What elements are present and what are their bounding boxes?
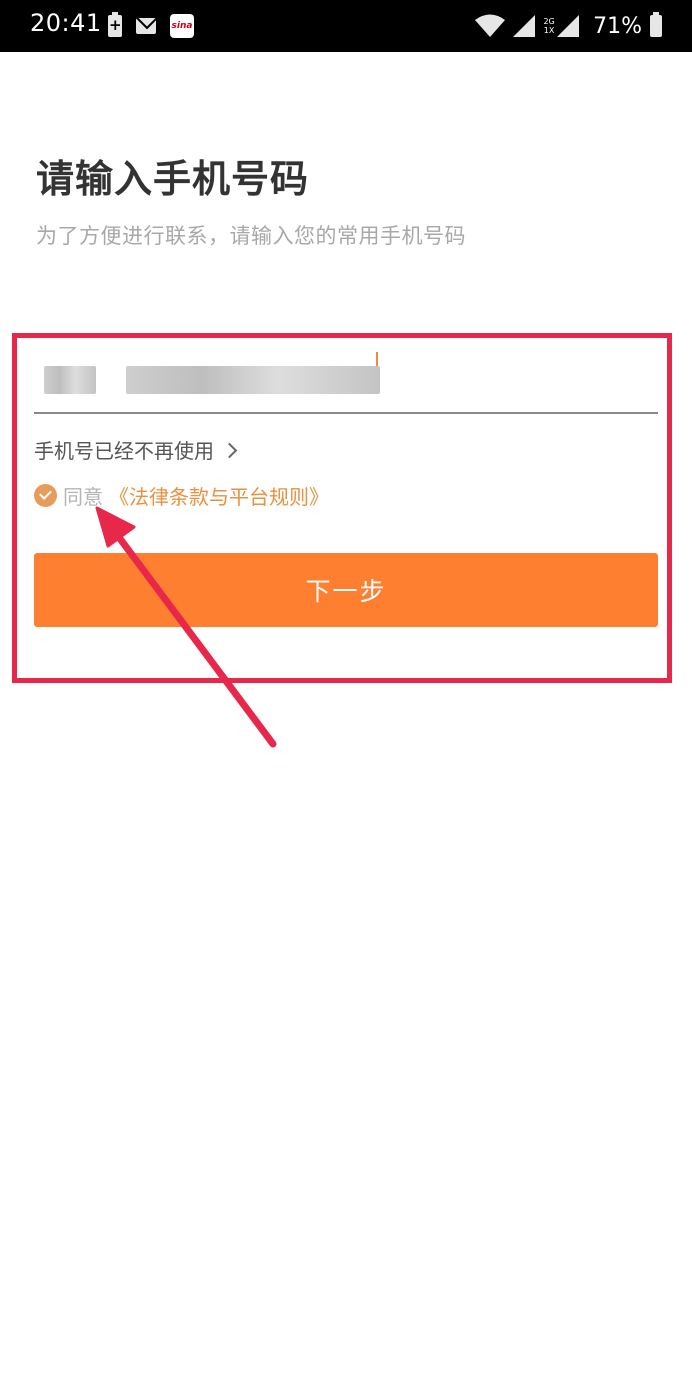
status-time: 20:41 <box>30 9 102 37</box>
network-top: 2G <box>543 17 555 26</box>
network-bottom: 1X <box>543 26 555 35</box>
chevron-right-icon <box>221 442 238 458</box>
next-step-button[interactable]: 下一步 <box>34 553 658 627</box>
annotation-arrow <box>95 506 277 748</box>
status-system-icons: 2G 1X 71% <box>475 10 662 42</box>
battery-icon <box>650 12 662 37</box>
terms-link[interactable]: 《法律条款与平台规则》 <box>109 481 329 510</box>
checkmark-circle-icon[interactable] <box>34 483 57 507</box>
battery-charging-icon <box>108 12 122 37</box>
number-no-longer-used-link[interactable]: 手机号已经不再使用 <box>34 435 238 464</box>
number-no-longer-used-label: 手机号已经不再使用 <box>34 439 214 463</box>
signal-icon <box>513 15 536 37</box>
agreement-row: 同意 《法律条款与平台规则》 <box>34 481 329 509</box>
status-bar: 20:41 sina 2G 1X 71% <box>0 0 692 52</box>
battery-percent: 71% <box>593 13 642 39</box>
page-title: 请输入手机号码 <box>36 157 310 201</box>
phone-number-input[interactable] <box>34 352 658 414</box>
sina-app-icon: sina <box>170 14 194 38</box>
mail-icon <box>136 18 156 34</box>
phone-number-blurred <box>44 366 96 394</box>
phone-number-blurred <box>126 366 380 394</box>
signal-icon-2 <box>557 15 580 37</box>
wifi-icon <box>475 14 506 37</box>
text-cursor <box>376 352 378 366</box>
network-type-label: 2G 1X <box>543 17 555 35</box>
page-subtitle: 为了方便进行联系，请输入您的常用手机号码 <box>36 224 466 248</box>
agreement-prefix: 同意 <box>63 484 103 509</box>
status-notification-icons: sina <box>108 12 194 40</box>
